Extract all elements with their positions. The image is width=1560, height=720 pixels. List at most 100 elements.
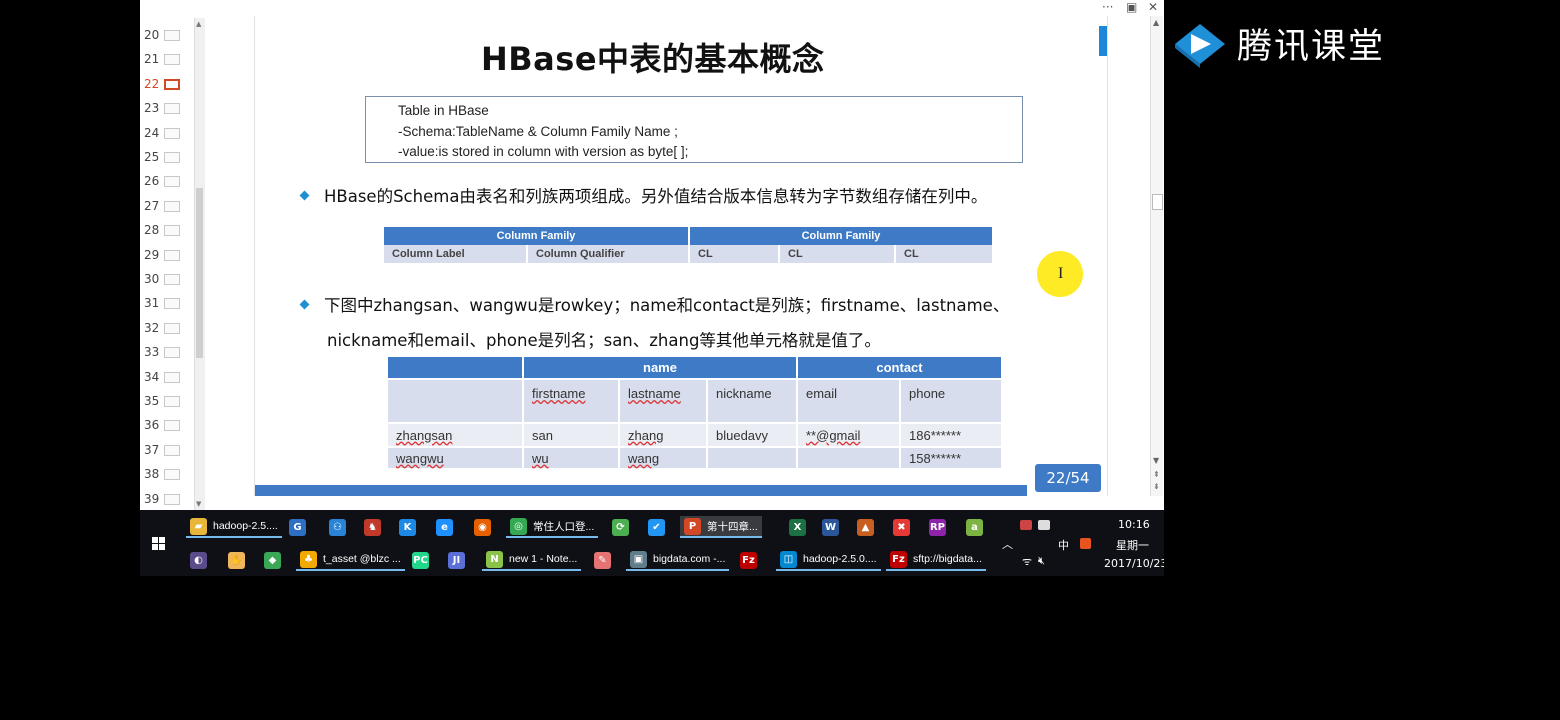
- taskbar-item[interactable]: RP: [925, 516, 950, 538]
- thumbnail-scrollbar[interactable]: ▲ ▼: [194, 18, 205, 510]
- column-header-cell: email: [797, 379, 901, 424]
- slide-thumbnail-preview[interactable]: [164, 274, 180, 285]
- tray-app-icon[interactable]: [1020, 520, 1032, 530]
- scroll-up-icon[interactable]: ▲: [1153, 18, 1159, 27]
- taskbar-item[interactable]: PC: [408, 549, 433, 571]
- taskbar-item-label: 常住人口登...: [533, 520, 595, 533]
- ime-indicator[interactable]: 中: [1058, 537, 1069, 553]
- slide-thumbnail-preview[interactable]: [164, 396, 180, 407]
- slide-thumbnail-preview[interactable]: [164, 347, 180, 359]
- slide-thumbnail-preview[interactable]: [164, 103, 180, 115]
- taskbar-item[interactable]: Fz: [736, 549, 761, 571]
- taskbar-item[interactable]: X: [785, 516, 810, 538]
- taskbar-item[interactable]: ✋: [224, 549, 249, 571]
- slide-thumbnail-preview[interactable]: [164, 30, 180, 41]
- slide-number: 20: [144, 28, 160, 42]
- slide-thumbnail-preview[interactable]: [164, 493, 180, 505]
- slide-thumbnail-preview[interactable]: [164, 200, 180, 212]
- code-line: -Schema:TableName & Column Family Name ;: [398, 123, 678, 139]
- sogou-ime-icon[interactable]: [1080, 538, 1091, 549]
- taskbar-item[interactable]: ⟳: [608, 516, 633, 538]
- slide-scrollbar[interactable]: ▲ ▼ ⇞ ⇟: [1150, 16, 1163, 496]
- wifi-icon[interactable]: ᯤ: [1022, 554, 1032, 569]
- rowkey-cell: wangwu: [388, 447, 524, 470]
- restore-window-icon[interactable]: ▣: [1126, 0, 1137, 14]
- scroll-down-icon[interactable]: ▼: [196, 500, 201, 508]
- slide-thumbnail-preview[interactable]: [164, 371, 180, 383]
- ie-icon: e: [436, 518, 453, 536]
- windows-start-icon[interactable]: [152, 537, 166, 551]
- taskbar-item[interactable]: ✔: [644, 516, 669, 538]
- hand-icon: ✋: [228, 551, 245, 569]
- taskbar-item[interactable]: a: [962, 516, 987, 538]
- scroll-down-icon[interactable]: ▼: [1153, 456, 1159, 465]
- slide-thumbnail-preview[interactable]: [164, 127, 180, 139]
- prev-slide-icon[interactable]: ⇞: [1153, 470, 1160, 479]
- clock-date[interactable]: 2017/10/23: [1104, 557, 1164, 570]
- slide-thumbnail-preview[interactable]: [164, 420, 180, 432]
- taskbar-item[interactable]: ◆: [260, 549, 285, 571]
- taskbar-item[interactable]: G: [285, 516, 310, 538]
- more-options-icon[interactable]: ···: [1102, 0, 1113, 14]
- taskbar-item[interactable]: ♞: [360, 516, 385, 538]
- next-slide-icon[interactable]: ⇟: [1153, 482, 1160, 491]
- taskbar-item[interactable]: ▰ hadoop-2.5....: [186, 516, 282, 538]
- taskbar-item[interactable]: ▲: [853, 516, 878, 538]
- taskbar-item[interactable]: JI: [444, 549, 469, 571]
- column-family-schema-table: Column Family Column Family Column Label…: [384, 227, 994, 263]
- axure-icon: RP: [929, 518, 946, 536]
- slide-thumbnail-preview[interactable]: [164, 54, 180, 66]
- family-header-cell: contact: [797, 357, 1003, 380]
- slide-number: 24: [144, 125, 160, 140]
- slide-thumbnail-preview[interactable]: [164, 78, 180, 90]
- taskbar-item[interactable]: Fz sftp://bigdata...: [886, 549, 986, 571]
- clock-time[interactable]: 10:16: [1118, 518, 1150, 531]
- volume-muted-icon[interactable]: 🔇︎: [1038, 554, 1045, 568]
- pencil-icon: ✎: [594, 551, 611, 569]
- battery-icon: [1038, 520, 1050, 530]
- logo-text: 腾讯课堂: [1237, 27, 1386, 67]
- taskbar-item[interactable]: P 第十四章...: [680, 516, 762, 538]
- value-cell: [797, 447, 901, 470]
- value-cell: **@gmail: [797, 423, 901, 448]
- clock-weekday[interactable]: 星期一: [1116, 537, 1149, 553]
- slide-number: 21: [144, 52, 160, 67]
- slide-thumbnail-preview[interactable]: [164, 225, 180, 237]
- slide-number: 28: [144, 223, 160, 238]
- taskbar-item[interactable]: Nnew 1 - Note...: [482, 549, 582, 571]
- slide-thumbnail-preview[interactable]: [164, 176, 180, 188]
- slide-thumbnail-preview[interactable]: [164, 469, 180, 481]
- g-app-icon: G: [289, 518, 306, 536]
- slide-number: 36: [144, 418, 160, 433]
- taskbar-item-label: hadoop-2.5.0....: [803, 553, 877, 565]
- taskbar-item[interactable]: ♣ t_asset @blzc ...: [296, 549, 405, 571]
- taskbar-item[interactable]: ⚇: [325, 516, 350, 538]
- notepad-icon: N: [486, 550, 503, 568]
- taskbar-item[interactable]: ✖: [889, 516, 914, 538]
- scroll-up-icon[interactable]: ▲: [196, 20, 201, 28]
- tray-expand-icon[interactable]: ︿: [1002, 536, 1013, 552]
- thumbnail-scroll-thumb[interactable]: [196, 188, 203, 358]
- taskbar-item[interactable]: W: [818, 516, 843, 538]
- text-cursor-icon: I: [1058, 265, 1064, 282]
- checkmark-app-icon: ✔: [648, 518, 665, 536]
- taskbar-item[interactable]: K: [395, 516, 420, 538]
- slide-thumbnail-preview[interactable]: [164, 152, 180, 163]
- table-row: zhangsan san zhang bluedavy **@gmail 186…: [388, 423, 1003, 448]
- slide-scroll-thumb[interactable]: [1152, 194, 1163, 210]
- firefox-icon: ◉: [474, 518, 491, 536]
- slide-thumbnail-preview[interactable]: [164, 322, 180, 334]
- schema-cell: CL: [895, 245, 994, 263]
- taskbar-item[interactable]: ◫ hadoop-2.5.0....: [776, 549, 881, 571]
- taskbar-item[interactable]: e: [432, 516, 457, 538]
- taskbar-item[interactable]: ◐: [186, 549, 211, 571]
- taskbar-item[interactable]: ◎ 常住人口登...: [506, 516, 599, 538]
- slide-thumbnail-preview[interactable]: [164, 298, 180, 310]
- taskbar-item[interactable]: ◉: [470, 516, 495, 538]
- tencent-classroom-logo: 腾讯课堂: [1171, 18, 1385, 69]
- taskbar-item[interactable]: ✎: [590, 549, 615, 571]
- slide-thumbnail-preview[interactable]: [164, 249, 180, 261]
- slide-thumbnail-preview[interactable]: [164, 444, 180, 456]
- taskbar-item[interactable]: ▣ bigdata.com -...: [626, 549, 730, 571]
- close-window-icon[interactable]: ✕: [1148, 0, 1158, 14]
